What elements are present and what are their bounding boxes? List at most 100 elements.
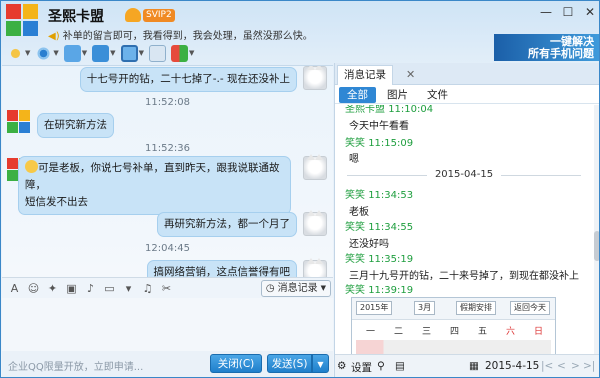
history-entry-header: 笑笑 11:15:09 xyxy=(345,134,413,149)
history-log[interactable]: 圣熙卡盟 11:10:04 今天中午看看 笑笑 11:15:09 嗯 2015-… xyxy=(335,105,593,354)
calendar-image[interactable]: 2015年 3月 假期安排 返回今天 一 二 三 四 五 六 日 xyxy=(351,297,556,354)
year-select[interactable]: 2015年 xyxy=(356,301,393,315)
microphone-icon xyxy=(7,44,24,62)
sender-name: 笑笑 xyxy=(345,285,365,296)
emoji-icon[interactable]: ☺ xyxy=(27,282,40,295)
self-avatar[interactable] xyxy=(303,66,327,90)
entry-time: 11:39:19 xyxy=(368,285,414,296)
chat-bubble-self[interactable]: 可是老板，你说七号补单，直到昨天，跟我说联通故障， 短信发不出去 xyxy=(18,156,291,215)
entry-time: 11:10:04 xyxy=(388,105,434,115)
music-icon[interactable]: ♫ xyxy=(141,282,154,295)
history-entry-text: 老板 xyxy=(349,207,369,218)
history-footer: ⚙ 设置 ⚲ ▤ ▦ 2015-4-15 |< < > >| xyxy=(335,354,599,377)
chevron-down-icon: ▼ xyxy=(110,49,116,57)
history-toggle-button[interactable]: ◷ 消息记录 ▼ xyxy=(260,280,331,297)
tab-history[interactable]: 消息记录 xyxy=(337,65,393,85)
contact-message-avatar[interactable] xyxy=(7,110,31,134)
chevron-down-icon: ▼ xyxy=(81,49,88,57)
remote-assist-button[interactable]: ▼ xyxy=(63,44,88,62)
last-page-icon[interactable]: >| xyxy=(583,360,595,372)
close-window-button[interactable]: ✕ xyxy=(583,5,597,19)
history-scrollbar[interactable] xyxy=(594,105,599,354)
delete-icon[interactable]: ▤ xyxy=(395,360,405,372)
chat-footer: 企业QQ限量开放，立即申请... 关闭(C) 发送(S) ▼ xyxy=(2,351,333,377)
history-entry-header: 笑笑 11:39:19 xyxy=(345,281,413,296)
chat-bubble-contact[interactable]: 在研究新方法 xyxy=(37,113,114,138)
history-date[interactable]: 2015-4-15 xyxy=(485,360,539,372)
calendar-icon[interactable]: ▦ xyxy=(469,360,479,372)
minimize-button[interactable]: — xyxy=(539,5,553,19)
video-call-button[interactable]: ▼ xyxy=(35,44,59,62)
self-avatar[interactable] xyxy=(303,258,327,277)
screenshot-icon[interactable]: ✂ xyxy=(160,282,173,295)
chat-bubble-self[interactable]: 再研究新方法，都一个月了 xyxy=(157,212,297,237)
chat-messages-area[interactable]: 十七号开的钻，二十七掉了-.- 现在还没补上 11:52:08 在研究新方法 1… xyxy=(2,65,333,277)
image-icon[interactable]: ▭ xyxy=(103,282,116,295)
settings-icon[interactable]: ⚙ xyxy=(337,360,346,372)
chat-bubble-self[interactable]: 十七号开的钻，二十七掉了-.- 现在还没补上 xyxy=(79,67,297,92)
history-entry-header: 圣熙卡盟 11:10:04 xyxy=(345,105,433,115)
window-header: 圣熙卡盟 SVIP2 ◀) 补单的留言即可，我看得到，我会处理，虽然没那么快。 … xyxy=(1,1,599,67)
close-tab-icon[interactable]: ✕ xyxy=(406,68,415,81)
filter-files[interactable]: 文件 xyxy=(419,87,456,103)
message-input[interactable] xyxy=(2,298,333,351)
chevron-down-icon: ▼ xyxy=(138,49,144,57)
weekday-label: 日 xyxy=(534,327,544,337)
window-controls: — ☐ ✕ xyxy=(539,5,597,19)
self-avatar[interactable] xyxy=(303,210,327,236)
entry-time: 11:15:09 xyxy=(368,138,414,149)
chevron-down-icon: ▼ xyxy=(25,49,31,57)
prev-page-icon[interactable]: < xyxy=(557,360,566,372)
picture-dropdown-icon[interactable]: ▾ xyxy=(122,282,135,295)
chevron-down-icon: ▼ xyxy=(188,49,195,57)
ad-banner[interactable]: 一键解决 所有手机问题 xyxy=(494,34,599,61)
voice-message-icon[interactable]: ♪ xyxy=(84,282,97,295)
settings-label[interactable]: 设置 xyxy=(351,360,372,375)
weekday-label: 四 xyxy=(450,327,460,337)
vip-badge[interactable]: SVIP2 xyxy=(143,9,175,22)
clock-icon: ◷ xyxy=(265,283,275,294)
self-avatar[interactable] xyxy=(303,154,327,180)
chat-bubble-self[interactable]: 搞网络营销，这点信誉得有吧 xyxy=(146,260,297,277)
camera-icon xyxy=(35,44,53,62)
shake-icon[interactable]: ✦ xyxy=(46,282,59,295)
send-options-button[interactable]: ▼ xyxy=(312,354,329,373)
weekday-label: 二 xyxy=(394,327,404,337)
history-entry-header: 笑笑 11:34:55 xyxy=(345,218,413,233)
folder-icon xyxy=(92,44,110,62)
weekday-label: 三 xyxy=(422,327,432,337)
monitor-icon xyxy=(120,44,138,62)
maximize-button[interactable]: ☐ xyxy=(561,5,575,19)
message-timestamp: 11:52:08 xyxy=(145,97,190,108)
contact-name[interactable]: 圣熙卡盟 xyxy=(48,6,104,26)
vip-crown-icon xyxy=(125,8,141,22)
sender-name: 笑笑 xyxy=(345,222,365,233)
share-screen-button[interactable]: ▼ xyxy=(120,44,144,62)
today-button[interactable]: 返回今天 xyxy=(510,301,550,315)
weekday-label: 一 xyxy=(366,327,376,337)
holiday-select[interactable]: 假期安排 xyxy=(456,301,496,315)
search-icon[interactable]: ⚲ xyxy=(377,360,385,372)
contact-avatar[interactable] xyxy=(6,4,40,38)
message-timestamp: 12:04:45 xyxy=(145,243,190,254)
font-icon[interactable]: A xyxy=(8,282,21,295)
filter-all[interactable]: 全部 xyxy=(339,87,376,103)
send-button[interactable]: 发送(S) xyxy=(267,354,312,373)
create-group-button[interactable] xyxy=(148,44,166,62)
scrollbar-thumb[interactable] xyxy=(594,231,599,261)
gift-icon[interactable]: ▣ xyxy=(65,282,78,295)
month-select[interactable]: 3月 xyxy=(414,301,436,315)
send-file-button[interactable]: ▼ xyxy=(92,44,116,62)
history-label: 消息记录 xyxy=(277,283,318,294)
next-page-icon[interactable]: > xyxy=(571,360,580,372)
history-entry-text: 今天中午看看 xyxy=(349,121,409,132)
history-tab-bar: 消息记录 ✕ xyxy=(335,63,599,85)
filter-images[interactable]: 图片 xyxy=(379,87,416,103)
close-button[interactable]: 关闭(C) xyxy=(210,354,262,373)
apps-button[interactable]: ▼ xyxy=(170,44,195,62)
first-page-icon[interactable]: |< xyxy=(541,360,553,372)
voice-call-button[interactable]: ▼ xyxy=(7,44,31,62)
sender-name: 笑笑 xyxy=(345,190,365,201)
enterprise-qq-link[interactable]: 企业QQ限量开放，立即申请... xyxy=(8,358,143,373)
calendar-days-row xyxy=(356,340,551,354)
